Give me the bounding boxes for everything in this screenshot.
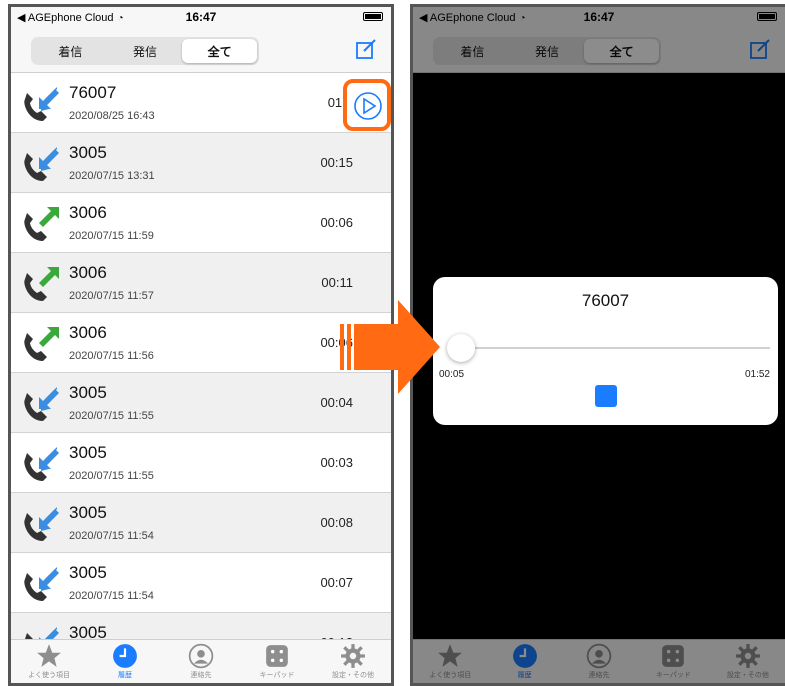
call-duration: 00:04	[320, 395, 353, 410]
contact-icon	[188, 643, 214, 669]
call-row[interactable]: 3005 2020/07/15 11:54 00:07	[11, 553, 391, 613]
wifi-icon: ◔	[117, 13, 124, 24]
call-duration: 00:06	[320, 215, 353, 230]
call-datetime: 2020/07/15 11:57	[69, 290, 154, 302]
caller-number: 3006	[69, 203, 107, 222]
tab-favorites[interactable]: よく使う項目	[11, 640, 87, 683]
call-row[interactable]: 3006 2020/07/15 11:57 00:11	[11, 253, 391, 313]
player-title: 76007	[581, 291, 630, 310]
incoming-call-icon	[24, 147, 59, 181]
compose-icon[interactable]	[355, 39, 377, 61]
caller-number: 3006	[69, 263, 107, 282]
total-time: 01:52	[744, 369, 770, 380]
play-icon	[354, 92, 382, 120]
caller-number: 76007	[69, 83, 117, 102]
caller-number: 3005	[69, 443, 107, 462]
call-row[interactable]: 300500:12	[11, 613, 391, 639]
call-row[interactable]: 3006 2020/07/15 11:56 00:06	[11, 313, 391, 373]
tab-keypad[interactable]: キーパッド	[239, 640, 315, 683]
outgoing-call-icon	[24, 327, 59, 361]
caller-number: 3006	[69, 323, 107, 342]
clock-icon	[113, 644, 137, 668]
call-row[interactable]: 3005 2020/07/15 11:55 00:04	[11, 373, 391, 433]
call-row[interactable]: 3006 2020/07/15 11:59 00:06	[11, 193, 391, 253]
segment-incoming[interactable]: 着信	[33, 39, 108, 63]
nav-bar: 着信 発信 全て	[11, 27, 391, 73]
seek-handle[interactable]	[447, 334, 475, 362]
call-datetime: 2020/07/15 13:31	[69, 170, 155, 182]
tab-label: 履歴	[118, 672, 132, 679]
caller-number: 3005	[69, 383, 107, 402]
tabbar-dim-overlay	[413, 639, 785, 683]
incoming-call-icon	[24, 567, 59, 601]
call-row[interactable]: 76007 2020/08/25 16:43 01:5	[11, 73, 391, 133]
status-time: 16:47	[185, 10, 217, 24]
phone-call-history: ◀ AGEphone Cloud ◔ 16:47 着信 発信 全て 76007 20…	[8, 4, 394, 686]
stop-button[interactable]	[595, 385, 617, 407]
recording-player-dialog: 76007 00:05 01:52	[433, 277, 778, 425]
tutorial-stage: ◀ AGEphone Cloud ◔ 16:47 着信 発信 全て 76007 20…	[0, 0, 785, 686]
segment-all[interactable]: 全て	[182, 39, 258, 63]
transition-arrow-icon	[340, 300, 440, 394]
call-row[interactable]: 3005 2020/07/15 11:54 00:08	[11, 493, 391, 553]
incoming-call-icon	[24, 447, 59, 481]
outgoing-call-icon	[24, 267, 59, 301]
call-datetime: 2020/07/15 11:55	[69, 470, 154, 482]
gear-icon	[341, 644, 365, 668]
call-duration: 00:03	[320, 455, 353, 470]
call-datetime: 2020/07/15 11:54	[69, 590, 154, 602]
tab-bar: よく使う項目 履歴 連絡先 キーパッド 設定・その他	[11, 639, 391, 683]
star-icon	[37, 644, 61, 667]
call-duration: 00:07	[320, 575, 353, 590]
segment-outgoing[interactable]: 発信	[108, 39, 183, 63]
call-datetime: 2020/07/15 11:56	[69, 350, 154, 362]
call-duration: 00:08	[320, 515, 353, 530]
tab-label: 連絡先	[190, 672, 212, 679]
call-datetime: 2020/07/15 11:59	[69, 230, 154, 242]
battery-icon	[363, 12, 383, 21]
tab-label: キーパッド	[259, 672, 295, 679]
call-row[interactable]: 3005 2020/07/15 13:31 00:15	[11, 133, 391, 193]
caller-number: 3005	[69, 503, 107, 522]
outgoing-call-icon	[24, 207, 59, 241]
incoming-call-icon	[25, 627, 59, 639]
incoming-call-icon	[24, 387, 59, 421]
caller-number: 3005	[69, 563, 107, 582]
call-row[interactable]: 3005 2020/07/15 11:55 00:03	[11, 433, 391, 493]
call-duration: 00:11	[321, 275, 353, 290]
keypad-icon	[266, 645, 288, 667]
call-history-list: 76007 2020/08/25 16:43 01:5 3005 2020/07/15 …	[11, 73, 391, 639]
tab-label: 設定・その他	[332, 672, 374, 679]
carrier-label: ◀ AGEphone Cloud ◔	[17, 12, 124, 24]
elapsed-time: 00:05	[439, 369, 465, 380]
call-duration: 00:15	[320, 155, 353, 170]
status-bar: ◀ AGEphone Cloud ◔ 16:47	[11, 7, 391, 27]
play-recording-button[interactable]	[343, 79, 391, 131]
tab-contacts[interactable]: 連絡先	[163, 640, 239, 683]
call-filter-segment: 着信 発信 全て	[31, 37, 259, 65]
seek-track[interactable]	[451, 347, 770, 349]
incoming-call-icon	[24, 507, 59, 541]
phone-player: ◀ AGEphone Cloud◔ 16:47 着信 発信 全て よく使う項目	[410, 4, 785, 686]
call-datetime: 2020/07/15 11:55	[69, 410, 154, 422]
call-datetime: 2020/07/15 11:54	[69, 530, 154, 542]
call-datetime: 2020/08/25 16:43	[69, 110, 155, 122]
incoming-call-icon	[24, 87, 59, 121]
tab-history[interactable]: 履歴	[87, 640, 163, 683]
caller-number: 3005	[69, 143, 107, 162]
tab-settings[interactable]: 設定・その他	[315, 640, 391, 683]
header-dim-overlay	[413, 7, 785, 73]
caller-number: 3005	[69, 623, 107, 639]
tab-label: よく使う項目	[28, 672, 70, 679]
